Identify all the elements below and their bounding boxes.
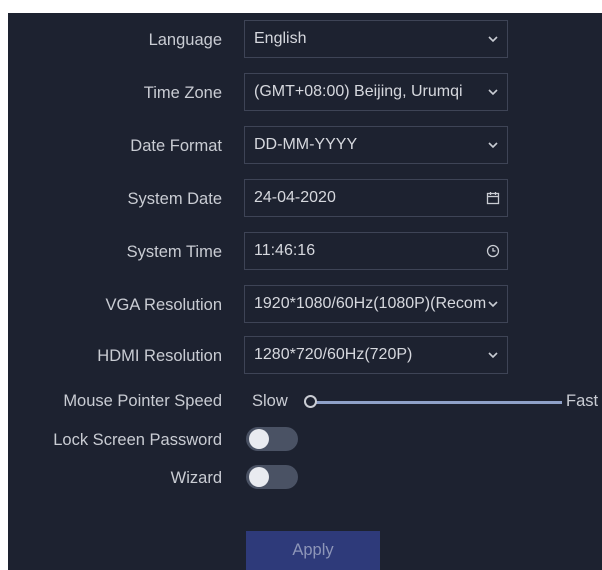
apply-button[interactable]: Apply: [246, 531, 380, 570]
hdmi-resolution-row: HDMI Resolution 1280*720/60Hz(720P): [8, 336, 602, 376]
settings-panel: Language English Time Zone (GMT+08:00) B…: [8, 13, 602, 570]
date-format-select[interactable]: DD-MM-YYYY: [244, 126, 508, 164]
clock-icon[interactable]: [485, 233, 501, 269]
chevron-down-icon: [485, 74, 501, 110]
mouse-speed-slider-track[interactable]: [310, 401, 562, 404]
wizard-row: Wizard: [8, 458, 602, 498]
toggle-knob: [249, 429, 269, 449]
language-value: English: [254, 30, 307, 47]
chevron-down-icon: [485, 286, 501, 322]
language-label: Language: [148, 31, 222, 49]
chevron-down-icon: [485, 127, 501, 163]
hdmi-resolution-label: HDMI Resolution: [97, 347, 222, 365]
date-format-row: Date Format DD-MM-YYYY: [8, 126, 602, 166]
slider-min-label: Slow: [252, 392, 288, 410]
calendar-icon[interactable]: [485, 180, 501, 216]
system-date-value: 24-04-2020: [254, 189, 336, 206]
mouse-speed-slider-handle[interactable]: [304, 395, 317, 408]
system-time-field[interactable]: 11:46:16: [244, 232, 508, 270]
wizard-toggle[interactable]: [246, 465, 298, 489]
time-zone-row: Time Zone (GMT+08:00) Beijing, Urumqi: [8, 73, 602, 113]
system-time-label: System Time: [126, 243, 222, 261]
vga-resolution-select[interactable]: 1920*1080/60Hz(1080P)(Recommended): [244, 285, 508, 323]
system-time-value: 11:46:16: [254, 242, 316, 259]
vga-resolution-label: VGA Resolution: [105, 296, 222, 314]
time-zone-value: (GMT+08:00) Beijing, Urumqi: [254, 83, 463, 100]
wizard-label: Wizard: [170, 469, 222, 487]
system-date-field[interactable]: 24-04-2020: [244, 179, 508, 217]
system-date-row: System Date 24-04-2020: [8, 179, 602, 219]
time-zone-select[interactable]: (GMT+08:00) Beijing, Urumqi: [244, 73, 508, 111]
lock-screen-row: Lock Screen Password: [8, 420, 602, 460]
mouse-speed-label: Mouse Pointer Speed: [63, 392, 222, 410]
time-zone-label: Time Zone: [143, 84, 222, 102]
date-format-value: DD-MM-YYYY: [254, 136, 358, 153]
vga-resolution-row: VGA Resolution 1920*1080/60Hz(1080P)(Rec…: [8, 285, 602, 325]
hdmi-resolution-select[interactable]: 1280*720/60Hz(720P): [244, 336, 508, 374]
hdmi-resolution-value: 1280*720/60Hz(720P): [254, 346, 413, 363]
mouse-speed-row: Mouse Pointer Speed Slow Fast: [8, 381, 602, 421]
chevron-down-icon: [485, 21, 501, 57]
date-format-label: Date Format: [130, 137, 222, 155]
toggle-knob: [249, 467, 269, 487]
language-select[interactable]: English: [244, 20, 508, 58]
lock-screen-password-label: Lock Screen Password: [53, 431, 222, 449]
vga-resolution-value: 1920*1080/60Hz(1080P)(Recommended): [254, 295, 486, 312]
system-time-row: System Time 11:46:16: [8, 232, 602, 272]
lock-screen-password-toggle[interactable]: [246, 427, 298, 451]
chevron-down-icon: [485, 337, 501, 373]
system-date-label: System Date: [127, 190, 222, 208]
language-row: Language English: [8, 20, 602, 60]
slider-max-label: Fast: [566, 392, 599, 410]
